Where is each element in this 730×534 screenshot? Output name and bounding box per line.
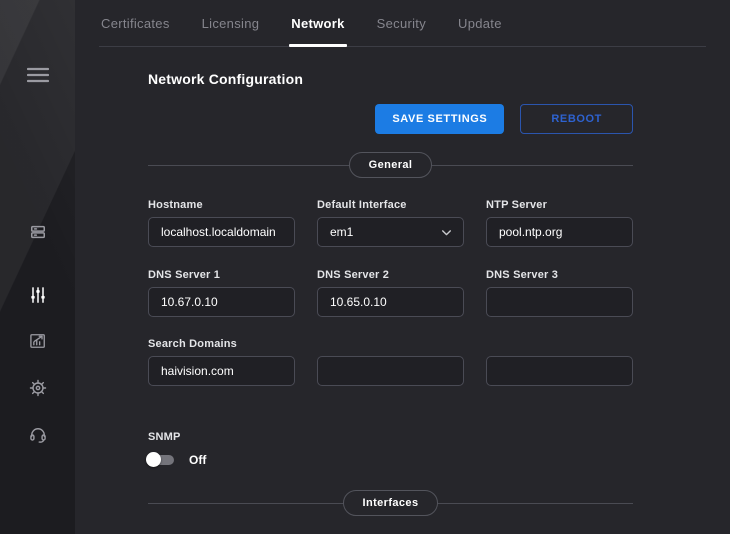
dns-server-1-field-group: DNS Server 1 [148, 269, 295, 317]
hostname-input[interactable] [148, 217, 295, 247]
default-interface-select[interactable]: em1 [317, 217, 464, 247]
sidebar-item-support[interactable] [26, 423, 50, 447]
sidebar-item-reports[interactable] [26, 329, 50, 353]
default-interface-field-group: Default Interface em1 [317, 199, 464, 247]
reboot-button[interactable]: REBOOT [520, 104, 633, 134]
hamburger-menu-icon [27, 67, 49, 83]
dns-server-2-label: DNS Server 2 [317, 269, 464, 281]
servers-icon [28, 222, 48, 242]
dns-server-3-field-group: DNS Server 3 [486, 269, 633, 317]
form-row-2: DNS Server 1 DNS Server 2 DNS Server 3 [148, 269, 633, 317]
search-domains-field-group: Search Domains [148, 338, 295, 386]
hostname-field-group: Hostname [148, 199, 295, 247]
general-section-divider: General [148, 152, 633, 178]
default-interface-value: em1 [330, 225, 353, 239]
ntp-server-label: NTP Server [486, 199, 633, 211]
search-domains-label: Search Domains [148, 338, 295, 350]
ntp-server-input[interactable] [486, 217, 633, 247]
sidebar-item-devices[interactable] [26, 220, 50, 244]
search-domains-input-1[interactable] [148, 356, 295, 386]
dns-server-3-input[interactable] [486, 287, 633, 317]
dns-server-2-input[interactable] [317, 287, 464, 317]
snmp-toggle[interactable] [148, 455, 174, 465]
form-row-3: Search Domains [148, 338, 633, 386]
tab-bar: Certificates Licensing Network Security … [99, 0, 706, 47]
page-title: Network Configuration [148, 71, 633, 87]
dns-server-1-input[interactable] [148, 287, 295, 317]
search-domains-field-group-2 [317, 356, 464, 386]
ntp-server-field-group: NTP Server [486, 199, 633, 247]
main-panel: Certificates Licensing Network Security … [75, 0, 730, 534]
tab-licensing[interactable]: Licensing [200, 0, 262, 46]
chevron-down-icon [440, 226, 453, 242]
form-row-1: Hostname Default Interface em1 NTP Serve… [148, 199, 633, 247]
sidebar-item-system-settings[interactable] [26, 376, 50, 400]
headset-icon [28, 425, 48, 445]
sidebar [0, 0, 75, 534]
dns-server-1-label: DNS Server 1 [148, 269, 295, 281]
interfaces-section-divider: Interfaces [148, 490, 633, 516]
gear-icon [28, 378, 48, 398]
tab-security[interactable]: Security [375, 0, 428, 46]
dns-server-2-field-group: DNS Server 2 [317, 269, 464, 317]
hostname-label: Hostname [148, 199, 295, 211]
save-settings-button[interactable]: SAVE SETTINGS [375, 104, 504, 134]
sliders-icon [28, 285, 48, 305]
tab-certificates[interactable]: Certificates [99, 0, 172, 46]
default-interface-label: Default Interface [317, 199, 464, 211]
network-configuration-page: Network Configuration SAVE SETTINGS REBO… [148, 47, 633, 516]
sidebar-item-network-settings[interactable] [26, 283, 50, 307]
chart-icon [28, 331, 48, 351]
sidebar-item-menu[interactable] [26, 63, 50, 87]
search-domains-field-group-3 [486, 356, 633, 386]
search-domains-input-3[interactable] [486, 356, 633, 386]
snmp-field-group: SNMP Off [148, 431, 633, 467]
general-section-pill[interactable]: General [349, 152, 433, 178]
snmp-state: Off [189, 453, 206, 467]
tab-update[interactable]: Update [456, 0, 504, 46]
dns-server-3-label: DNS Server 3 [486, 269, 633, 281]
snmp-toggle-row: Off [148, 453, 633, 467]
action-buttons: SAVE SETTINGS REBOOT [148, 104, 633, 134]
toggle-knob-icon [146, 452, 161, 467]
search-domains-input-2[interactable] [317, 356, 464, 386]
tab-network[interactable]: Network [289, 0, 346, 46]
snmp-label: SNMP [148, 431, 633, 443]
interfaces-section-pill[interactable]: Interfaces [343, 490, 439, 516]
